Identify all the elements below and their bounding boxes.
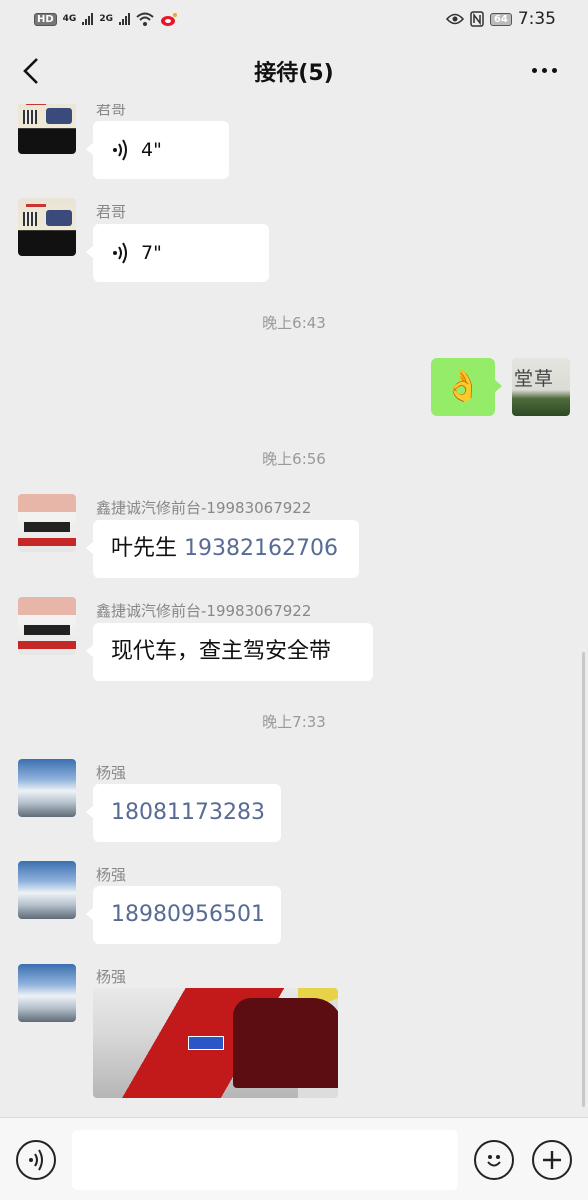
more-functions-button[interactable] [532, 1140, 572, 1180]
battery-icon: 64 [489, 12, 512, 26]
message-list[interactable]: 君哥 4" 君哥 7" 晚上6:43 👌 堂草 晚上6:56 鑫捷诚汽修前台-1… [0, 104, 588, 1117]
sender-name: 杨强 [96, 764, 127, 782]
voice-duration: 7" [141, 242, 162, 264]
chat-header: 接待(5) [0, 38, 588, 104]
status-bar: HD 4G 2G 64 7:35 [0, 0, 588, 38]
plus-icon [543, 1151, 561, 1169]
timestamp: 晚上6:56 [262, 450, 326, 468]
sender-name: 杨强 [96, 866, 127, 884]
sender-name: 君哥 [96, 104, 127, 118]
eye-icon [445, 13, 464, 25]
emoji-message[interactable]: 👌 [431, 358, 502, 416]
text-message[interactable]: 现代车，查主驾安全带 [86, 623, 373, 681]
avatar[interactable] [18, 861, 76, 919]
smiley-icon [487, 1155, 501, 1167]
avatar[interactable] [18, 597, 76, 655]
voice-wave-icon [113, 139, 127, 161]
chat-title: 接待(5) [254, 61, 334, 86]
message-text: 叶先生 [111, 536, 184, 561]
avatar[interactable] [18, 198, 76, 256]
voice-message[interactable]: 4" [86, 121, 229, 179]
avatar[interactable] [18, 964, 76, 1022]
voice-duration: 4" [141, 139, 162, 161]
wifi-icon [136, 12, 154, 26]
weibo-icon [160, 13, 177, 26]
timestamp: 晚上7:33 [262, 713, 326, 731]
voice-icon [29, 1149, 43, 1171]
message-input[interactable] [72, 1130, 458, 1190]
phone-link[interactable]: 19382162706 [184, 536, 338, 561]
sender-name: 君哥 [96, 203, 127, 221]
sender-name: 杨强 [96, 968, 127, 986]
nfc-icon [470, 11, 484, 27]
sender-name: 鑫捷诚汽修前台-19983067922 [96, 602, 312, 620]
image-message[interactable] [93, 988, 338, 1098]
phone-link[interactable]: 18081173283 [111, 800, 265, 825]
avatar[interactable] [18, 759, 76, 817]
signal-icon [82, 13, 94, 25]
text-message[interactable]: 18081173283 [86, 784, 281, 842]
more-dots-icon[interactable] [532, 60, 562, 80]
avatar[interactable] [18, 494, 76, 552]
emoji-button[interactable] [474, 1140, 514, 1180]
sim1-network-label: 4G [62, 14, 77, 24]
voice-message[interactable]: 7" [86, 224, 269, 282]
text-message[interactable]: 18980956501 [86, 886, 281, 944]
timestamp: 晚上6:43 [262, 314, 326, 332]
chevron-left-icon[interactable] [20, 57, 44, 85]
text-message[interactable]: 叶先生 19382162706 [86, 520, 359, 578]
voice-wave-icon [113, 242, 127, 264]
hd-indicator: HD [34, 12, 57, 26]
scrollbar[interactable] [582, 652, 585, 1107]
input-bar [0, 1117, 588, 1200]
sender-name: 鑫捷诚汽修前台-19983067922 [96, 499, 312, 517]
message-text: 现代车，查主驾安全带 [111, 639, 332, 664]
my-avatar[interactable]: 堂草 [512, 358, 570, 416]
sim2-network-label: 2G [99, 14, 113, 24]
voice-input-button[interactable] [16, 1140, 56, 1180]
ok-hand-icon: 👌 [444, 369, 482, 404]
clock: 7:35 [517, 9, 556, 29]
signal-icon-2 [118, 13, 130, 25]
avatar-text: 堂草 [514, 368, 555, 390]
phone-link[interactable]: 18980956501 [111, 902, 265, 927]
avatar[interactable] [18, 104, 76, 154]
car-photo-icon [188, 1036, 224, 1050]
